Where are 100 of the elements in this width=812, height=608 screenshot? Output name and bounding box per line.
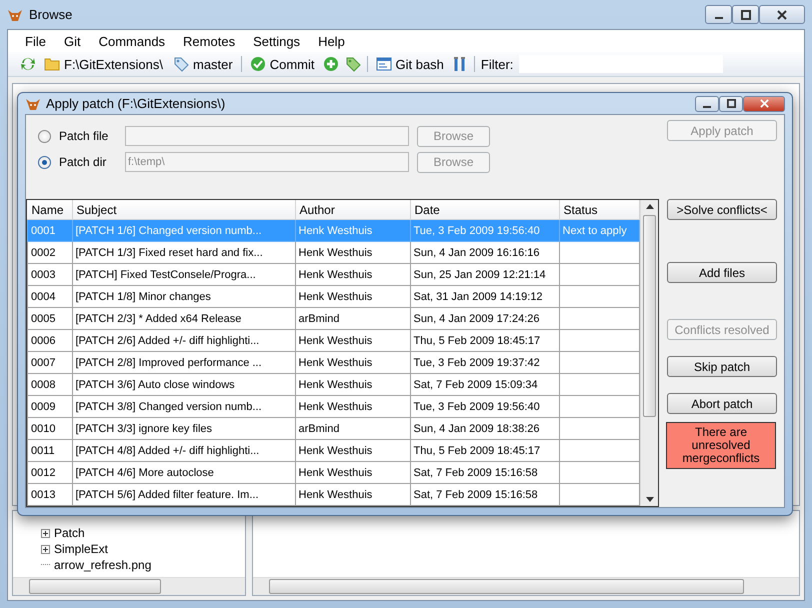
scroll-up-icon[interactable]: [646, 204, 654, 209]
table-cell: Henk Westhuis: [298, 356, 372, 368]
table-cell: Tue, 3 Feb 2009 19:56:40: [414, 224, 540, 236]
menu-item[interactable]: Commands: [90, 34, 174, 48]
close-button[interactable]: [743, 96, 785, 112]
close-button[interactable]: [759, 5, 805, 24]
table-row[interactable]: 0012 [PATCH 4/6] More autoclose Henk Westhuis Sat, 7 Feb 2009 15:16:58: [28, 462, 640, 484]
minimize-button[interactable]: [705, 5, 732, 24]
table-row[interactable]: 0010 [PATCH 3/3] ignore key files arBmind Sun, 4 Jan 2009 18:38:26: [28, 418, 640, 440]
path-field[interactable]: [125, 126, 409, 146]
dialog-title: Apply patch (F:\GitExtensions\): [46, 96, 226, 111]
table-cell: Henk Westhuis: [298, 488, 372, 500]
column-header[interactable]: Date: [410, 200, 559, 220]
scroll-down-icon[interactable]: [646, 497, 654, 502]
table-cell: 0007: [31, 356, 56, 368]
table-row[interactable]: 0006 [PATCH 2/6] Added +/- diff highlighti... Henk Westhuis Thu, 5 Feb 2009 18:45:17: [28, 330, 640, 352]
table-cell: 0005: [31, 312, 56, 324]
maximize-icon: [740, 10, 750, 20]
close-icon: [760, 99, 768, 108]
folder-icon: [44, 56, 60, 72]
branch-button[interactable]: master: [170, 56, 235, 72]
minimize-button[interactable]: [695, 96, 719, 112]
menu-item[interactable]: Help: [309, 34, 354, 48]
table-cell: Tue, 3 Feb 2009 19:37:42: [414, 356, 540, 368]
tree-item[interactable]: Patch: [54, 526, 85, 540]
vertical-scrollbar[interactable]: [640, 200, 658, 506]
table-cell: Henk Westhuis: [298, 378, 372, 390]
table-row[interactable]: 0007 [PATCH 2/8] Improved performance ... Henk Westhuis Tue, 3 Feb 2009 19:37:42: [28, 352, 640, 374]
tools-icon[interactable]: [452, 56, 468, 72]
table-cell: 0011: [31, 444, 55, 456]
table-row[interactable]: 0008 [PATCH 3/6] Auto close windows Henk Westhuis Sat, 7 Feb 2009 15:09:34: [28, 374, 640, 396]
maximize-button[interactable]: [719, 96, 743, 112]
column-header[interactable]: Status: [559, 200, 640, 220]
repository-path-button[interactable]: F:\GitExtensions\: [42, 56, 165, 72]
radio-button[interactable]: [38, 156, 51, 168]
expand-icon[interactable]: [41, 528, 50, 538]
table-cell: 0002: [31, 246, 56, 258]
table-row[interactable]: 0013 [PATCH 5/6] Added filter feature. Im... Henk Westhuis Sat, 7 Feb 2009 15:16:58: [28, 484, 640, 506]
action-button[interactable]: Skip patch: [667, 356, 777, 377]
table-row[interactable]: 0004 [PATCH 1/8] Minor changes Henk Westhuis Sat, 31 Jan 2009 14:19:12: [28, 286, 640, 308]
tag-icon[interactable]: [344, 56, 360, 72]
table-cell: [PATCH 1/3] Fixed reset hard and fix...: [76, 246, 263, 258]
table-cell: [PATCH 1/8] Minor changes: [76, 290, 211, 302]
table-cell: 0004: [31, 290, 56, 302]
filter-label: Filter:: [480, 56, 514, 72]
table-cell: Sun, 4 Jan 2009 18:38:26: [414, 422, 540, 434]
table-cell: 0001: [31, 224, 56, 236]
column-header[interactable]: Author: [295, 200, 410, 220]
window-icon: [376, 56, 392, 72]
table-cell: Henk Westhuis: [298, 444, 372, 456]
table-cell: Henk Westhuis: [298, 334, 372, 346]
radio-button[interactable]: [38, 130, 51, 142]
table-cell: Thu, 5 Feb 2009 18:45:17: [414, 334, 540, 346]
menu-item[interactable]: File: [16, 34, 55, 48]
table-cell: Henk Westhuis: [298, 268, 372, 280]
maximize-button[interactable]: [732, 5, 759, 24]
action-button[interactable]: >Solve conflicts<: [667, 199, 777, 220]
expand-icon[interactable]: [41, 544, 50, 554]
table-cell: 0006: [31, 334, 56, 346]
menu-item[interactable]: Settings: [244, 34, 310, 48]
table-cell: [PATCH 4/6] More autoclose: [76, 466, 214, 478]
table-cell: [PATCH 1/6] Changed version numb...: [76, 224, 262, 236]
commit-button[interactable]: Commit: [248, 56, 316, 72]
tree-item[interactable]: SimpleExt: [54, 542, 108, 556]
horizontal-scrollbar[interactable]: [253, 577, 799, 595]
table-cell: [PATCH 3/3] ignore key files: [76, 422, 212, 434]
table-cell: 0010: [31, 422, 56, 434]
table-row[interactable]: 0002 [PATCH 1/3] Fixed reset hard and fix... Henk Westhuis Sun, 4 Jan 2009 16:16:16: [28, 242, 640, 264]
action-button[interactable]: Add files: [667, 262, 777, 283]
table-cell: 0012: [31, 466, 56, 478]
table-cell: 0003: [31, 268, 56, 280]
check-icon: [250, 56, 266, 72]
table-cell: [PATCH 3/8] Changed version numb...: [76, 400, 262, 412]
tree-item[interactable]: arrow_refresh.png: [54, 558, 152, 572]
table-cell: Sun, 25 Jan 2009 12:21:14: [414, 268, 546, 280]
table-row[interactable]: 0011 [PATCH 4/8] Added +/- diff highlighti... Henk Westhuis Thu, 5 Feb 2009 18:45:17: [28, 440, 640, 462]
table-cell: Sat, 7 Feb 2009 15:09:34: [414, 378, 538, 390]
table-cell: Henk Westhuis: [298, 290, 372, 302]
table-cell: [PATCH 2/6] Added +/- diff highlighti...: [76, 334, 260, 346]
git-bash-button[interactable]: Git bash: [374, 56, 446, 72]
table-cell: Tue, 3 Feb 2009 19:56:40: [414, 400, 540, 412]
menu-item[interactable]: Git: [54, 34, 90, 48]
table-cell: Sat, 31 Jan 2009 14:19:12: [414, 290, 543, 302]
table-row[interactable]: 0005 [PATCH 2/3] * Added x64 Release arBmind Sun, 4 Jan 2009 17:24:26: [28, 308, 640, 330]
column-header[interactable]: Name: [28, 200, 72, 220]
action-button[interactable]: Abort patch: [667, 393, 777, 414]
refresh-icon[interactable]: [20, 56, 36, 72]
table-cell: 0008: [31, 378, 56, 390]
minimize-icon: [703, 106, 711, 108]
horizontal-scrollbar[interactable]: [13, 577, 245, 595]
menu-item[interactable]: Remotes: [174, 34, 244, 48]
radio-label: Patch dir: [59, 155, 108, 169]
table-cell: Next to apply: [562, 224, 627, 236]
filter-field[interactable]: [519, 55, 724, 73]
plus-icon[interactable]: [322, 56, 338, 72]
column-header[interactable]: Subject: [72, 200, 295, 220]
table-row[interactable]: 0003 [PATCH] Fixed TestConsele/Progra... Henk Westhuis Sun, 25 Jan 2009 12:21:14: [28, 264, 640, 286]
table-cell: Henk Westhuis: [298, 224, 372, 236]
table-row[interactable]: 0009 [PATCH 3/8] Changed version numb... Henk Westhuis Tue, 3 Feb 2009 19:56:40: [28, 396, 640, 418]
table-cell: Henk Westhuis: [298, 400, 372, 412]
